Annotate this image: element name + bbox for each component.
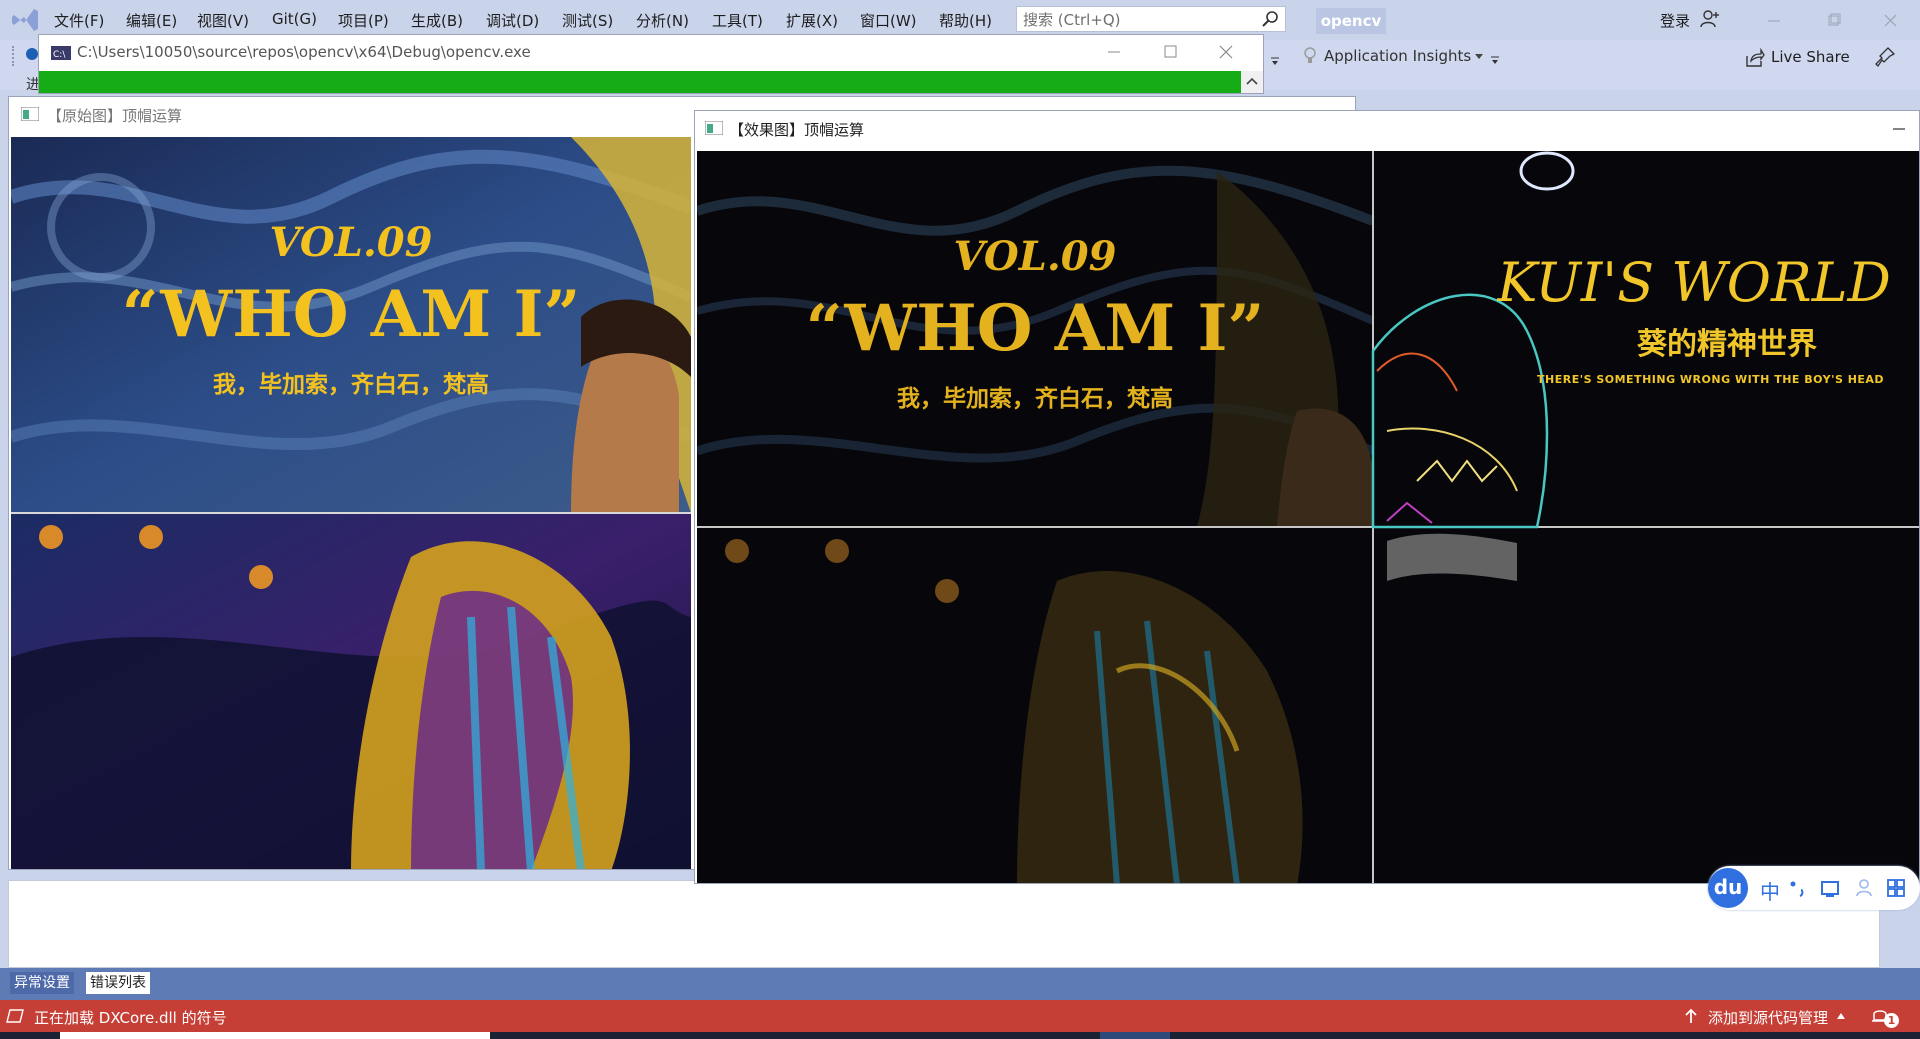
poster-subtitle: 我，毕加索，齐白石，梵高 <box>213 371 489 398</box>
result-kui-subtitle: 葵的精神世界 <box>1637 327 1817 362</box>
minimize-icon[interactable] <box>1099 41 1129 63</box>
tab-exception-settings[interactable]: 异常设置 <box>10 972 74 994</box>
minimize-icon[interactable] <box>1885 117 1913 141</box>
live-share-button[interactable]: Live Share <box>1771 48 1850 66</box>
menu-extensions[interactable]: 扩展(X) <box>786 10 838 31</box>
close-icon[interactable] <box>1870 6 1910 34</box>
original-window-title: 【原始图】顶帽运算 <box>47 107 183 125</box>
menu-edit[interactable]: 编辑(E) <box>126 10 177 31</box>
application-insights-button[interactable]: Application Insights <box>1324 47 1471 65</box>
toolbar-overflow-icon[interactable] <box>1490 55 1500 65</box>
punctuation-icon[interactable] <box>1788 878 1808 898</box>
result-kui-tagline: THERE'S SOMETHING WRONG WITH THE BOY'S H… <box>1537 373 1885 386</box>
result-image: VOL.09 “WHO AM I” 我，毕加索，齐白石，梵高 KUI'S WOR… <box>697 151 1919 883</box>
output-window-icon[interactable] <box>6 1008 24 1024</box>
add-to-source-control-button[interactable]: 添加到源代码管理 <box>1708 1007 1828 1028</box>
console-output-area[interactable] <box>39 71 1241 93</box>
notification-count-badge: 1 <box>1884 1013 1899 1028</box>
result-poster-subtitle: 我，毕加索，齐白石，梵高 <box>897 385 1173 412</box>
console-window-title: C:\Users\10050\source\repos\opencv\x64\D… <box>77 43 531 61</box>
search-icon[interactable] <box>1261 10 1279 28</box>
menu-view[interactable]: 视图(V) <box>197 10 249 31</box>
taskbar-strip <box>0 1032 1920 1039</box>
result-poster-headline: “WHO AM I” <box>805 291 1265 366</box>
search-box[interactable] <box>1016 6 1286 32</box>
menu-build[interactable]: 生成(B) <box>411 10 463 31</box>
ime-language-toggle[interactable]: 中 <box>1760 876 1780 905</box>
status-bar: 正在加载 DXCore.dll 的符号 添加到源代码管理 1 <box>0 1000 1920 1032</box>
result-image-window[interactable]: 【效果图】顶帽运算 VOL.09 “WHO AM I” 我，毕加索，齐白石，梵高… <box>694 110 1920 884</box>
menu-analyze[interactable]: 分析(N) <box>636 10 689 31</box>
search-input[interactable] <box>1021 9 1255 31</box>
menu-debug[interactable]: 调试(D) <box>486 10 539 31</box>
toolbar-overflow-icon[interactable] <box>1270 56 1280 66</box>
ime-toolbar[interactable]: du 中 <box>1708 866 1920 910</box>
result-poster-vol-label: VOL.09 <box>953 233 1117 280</box>
bottom-tab-bar <box>0 968 1920 1000</box>
chevron-down-icon[interactable] <box>1474 52 1484 60</box>
poster-headline: “WHO AM I” <box>121 277 581 352</box>
arrow-up-icon[interactable] <box>1684 1008 1698 1024</box>
minimize-icon[interactable] <box>1754 6 1794 34</box>
poster-vol-label: VOL.09 <box>269 219 433 266</box>
share-icon[interactable] <box>1745 48 1765 68</box>
output-panel[interactable] <box>8 880 1880 968</box>
window-app-icon <box>21 107 39 121</box>
grid-menu-icon[interactable] <box>1886 878 1906 898</box>
menu-project[interactable]: 项目(P) <box>338 10 389 31</box>
menu-tools[interactable]: 工具(T) <box>712 10 763 31</box>
original-image: VOL.09 “WHO AM I” 我，毕加索，齐白石，梵高 <box>11 137 691 869</box>
scroll-up-icon[interactable] <box>1241 71 1263 93</box>
menu-window[interactable]: 窗口(W) <box>860 10 917 31</box>
result-window-title: 【效果图】顶帽运算 <box>729 121 865 139</box>
window-app-icon <box>705 121 723 135</box>
menu-help[interactable]: 帮助(H) <box>939 10 992 31</box>
taskbar-app-item[interactable] <box>60 1032 490 1039</box>
menu-git[interactable]: Git(G) <box>272 10 317 28</box>
tab-error-list[interactable]: 错误列表 <box>86 972 150 994</box>
ime-logo[interactable]: du <box>1708 868 1748 908</box>
login-link[interactable]: 登录 <box>1660 10 1690 31</box>
close-icon[interactable] <box>1211 41 1241 63</box>
visual-studio-logo-icon[interactable] <box>10 5 40 35</box>
console-window[interactable]: C:\ C:\Users\10050\source\repos\opencv\x… <box>38 34 1264 94</box>
status-message: 正在加载 DXCore.dll 的符号 <box>34 1009 227 1027</box>
feedback-icon[interactable] <box>1874 46 1896 68</box>
svg-text:C:\: C:\ <box>53 50 66 60</box>
chevron-up-icon[interactable] <box>1836 1012 1846 1020</box>
user-icon[interactable] <box>1854 878 1874 898</box>
add-user-icon[interactable] <box>1700 9 1720 29</box>
console-app-icon: C:\ <box>51 46 71 60</box>
toolbar-grip[interactable] <box>12 46 18 66</box>
menu-test[interactable]: 测试(S) <box>562 10 613 31</box>
soft-keyboard-icon[interactable] <box>1820 878 1840 898</box>
toolbar-button-icon[interactable] <box>26 48 38 60</box>
result-kui-headline: KUI'S WORLD <box>1497 251 1891 314</box>
maximize-icon[interactable] <box>1155 41 1185 63</box>
menu-file[interactable]: 文件(F) <box>54 10 104 31</box>
lightbulb-icon <box>1304 47 1316 63</box>
solution-name-badge: opencv <box>1316 8 1386 34</box>
restore-icon[interactable] <box>1814 6 1854 34</box>
taskbar-app-item[interactable] <box>1100 1032 1170 1039</box>
